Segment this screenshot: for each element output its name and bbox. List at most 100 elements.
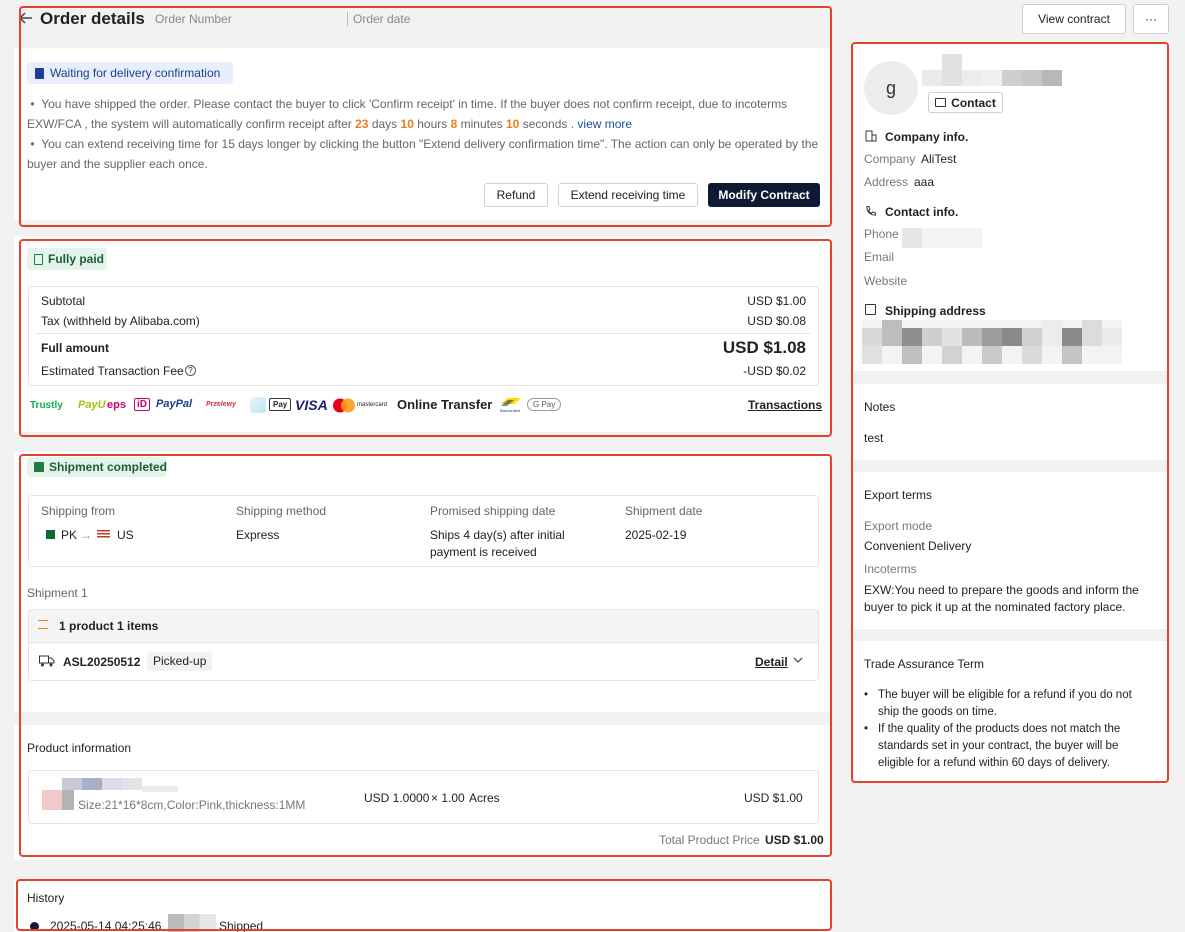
- fully-paid-badge: Fully paid: [27, 248, 107, 270]
- apple-pay-logo: Pay: [269, 398, 292, 411]
- page-title: Order details: [40, 9, 145, 28]
- shipment-completed-badge: Shipment completed: [27, 457, 167, 477]
- address-value: aaa: [914, 175, 935, 189]
- view-contract-button[interactable]: View contract: [1022, 4, 1126, 34]
- col-shipping-from: Shipping from: [41, 504, 116, 518]
- incoterms-label: Incoterms: [864, 562, 917, 576]
- notes-value: test: [864, 431, 884, 445]
- full-amount-label: Full amount: [41, 341, 109, 355]
- back-arrow-icon[interactable]: [18, 10, 34, 26]
- export-terms-title: Export terms: [864, 488, 933, 502]
- notes-title: Notes: [864, 400, 896, 414]
- przelewy-logo: Przelewy: [206, 401, 236, 408]
- total-product-price-label: Total Product Price: [659, 833, 760, 847]
- extend-receiving-time-button[interactable]: Extend receiving time: [558, 183, 698, 207]
- box-icon: [34, 462, 44, 472]
- detail-link[interactable]: Detail: [755, 655, 788, 669]
- building-icon: [865, 130, 877, 142]
- trade-term-list: • The buyer will be eligible for a refund…: [864, 689, 1132, 769]
- shipping-method-value: Express: [236, 528, 280, 542]
- list-icon: [38, 620, 48, 629]
- ideal-logo: iD: [134, 398, 150, 411]
- order-number-label: Order Number: [155, 12, 232, 26]
- tracking-status-badge: Picked-up: [147, 652, 213, 671]
- tax-value: USD $0.08: [747, 314, 806, 328]
- subtotal-label: Subtotal: [41, 294, 86, 308]
- col-promised-date: Promised shipping date: [430, 504, 556, 518]
- products-count: 1 product 1 items: [59, 619, 159, 633]
- amount-divider: [36, 333, 811, 334]
- header-divider: [347, 12, 348, 26]
- order-date-label: Order date: [353, 12, 411, 26]
- chevron-down-icon[interactable]: [793, 656, 803, 664]
- total-product-price: USD $1.00: [765, 833, 824, 847]
- tax-label: Tax (withheld by Alibaba.com): [41, 314, 200, 328]
- incoterms-line1: EXW:You need to prepare the goods and in…: [864, 583, 1139, 597]
- status-text: • You have shipped the order. Please con…: [27, 97, 819, 171]
- trade-assurance-title: Trade Assurance Term: [864, 657, 985, 671]
- history-title: History: [27, 891, 65, 905]
- address-label: Address: [864, 175, 909, 189]
- unit: Acres: [469, 791, 500, 805]
- from-country: PK: [61, 528, 78, 542]
- unit-price: USD 1.0000: [364, 791, 430, 805]
- company-label: Company: [864, 152, 916, 166]
- arrow-right-icon: →: [80, 528, 92, 542]
- address-card-icon: [865, 304, 876, 315]
- fee-label: Estimated Transaction Fee: [41, 364, 184, 378]
- modify-contract-button[interactable]: Modify Contract: [708, 183, 820, 207]
- full-amount-value: USD $1.08: [722, 338, 806, 357]
- chat-icon: [935, 98, 947, 107]
- mastercard-circles-icon: [332, 398, 356, 413]
- quantity: × 1.00: [431, 791, 465, 805]
- refund-button[interactable]: Refund: [484, 183, 548, 207]
- phone-value-pixelated: [902, 228, 982, 248]
- subtotal-value: USD $1.00: [747, 294, 806, 308]
- receipt-icon: [34, 253, 43, 265]
- visa-logo: VISA: [295, 397, 328, 413]
- payu-logo: PayU: [78, 399, 106, 411]
- col-shipment-date: Shipment date: [625, 504, 703, 518]
- product-section-title: Product information: [27, 741, 132, 755]
- product-spec: Size:21*16*8cm,Color:Pink,thickness:1MM: [78, 798, 306, 812]
- contact-button[interactable]: Contact: [928, 92, 1003, 113]
- online-transfer-logo: Online Transfer: [397, 397, 493, 412]
- more-button[interactable]: ···: [1133, 4, 1169, 34]
- shipping-address-pixelated: [862, 320, 1122, 364]
- email-label: Email: [864, 250, 895, 264]
- to-country: US: [117, 528, 134, 542]
- document-icon: [35, 67, 44, 79]
- transactions-link[interactable]: Transactions: [748, 398, 822, 412]
- buyer-name-pixelated: [922, 54, 1062, 86]
- avatar: g: [864, 61, 918, 115]
- line-total: USD $1.00: [744, 791, 803, 805]
- blik-logo-icon: [250, 397, 266, 413]
- website-label: Website: [864, 274, 908, 288]
- gpay-logo: G Pay: [527, 398, 562, 411]
- export-mode-value: Convenient Delivery: [864, 539, 972, 553]
- history-time: 2025-05-14 04:25:46: [50, 919, 162, 932]
- incoterms-line2: buyer to pick it up at the nominated fac…: [864, 600, 1126, 614]
- us-flag-icon: [97, 530, 110, 539]
- help-icon[interactable]: ?: [185, 365, 196, 376]
- shipment-title: Shipment 1: [27, 586, 88, 600]
- promised-date-line2: payment is received: [430, 545, 537, 559]
- shipment-date-value: 2025-02-19: [625, 528, 687, 542]
- export-mode-label: Export mode: [864, 519, 933, 533]
- shipping-section-title: Shipping address: [885, 304, 986, 318]
- company-section-title: Company info.: [885, 130, 969, 144]
- contact-section-title: Contact info.: [885, 205, 959, 219]
- status-badge: Waiting for delivery confirmation: [27, 62, 233, 84]
- company-value: AliTest: [921, 152, 957, 166]
- phone-label: Phone: [864, 227, 899, 241]
- fee-value: -USD $0.02: [743, 364, 806, 378]
- trustly-logo: Trustly: [30, 400, 63, 411]
- phone-icon: [865, 205, 877, 217]
- view-more-link[interactable]: view more: [577, 117, 632, 131]
- bancontact-logo: Bancontact: [500, 396, 522, 414]
- tracking-number: ASL20250512: [63, 655, 141, 669]
- pakistan-flag-icon: [43, 530, 55, 539]
- paypal-logo: PayPal: [156, 398, 193, 410]
- promised-date-line1: Ships 4 day(s) after initial: [430, 528, 565, 542]
- history-status: Shipped: [219, 919, 264, 932]
